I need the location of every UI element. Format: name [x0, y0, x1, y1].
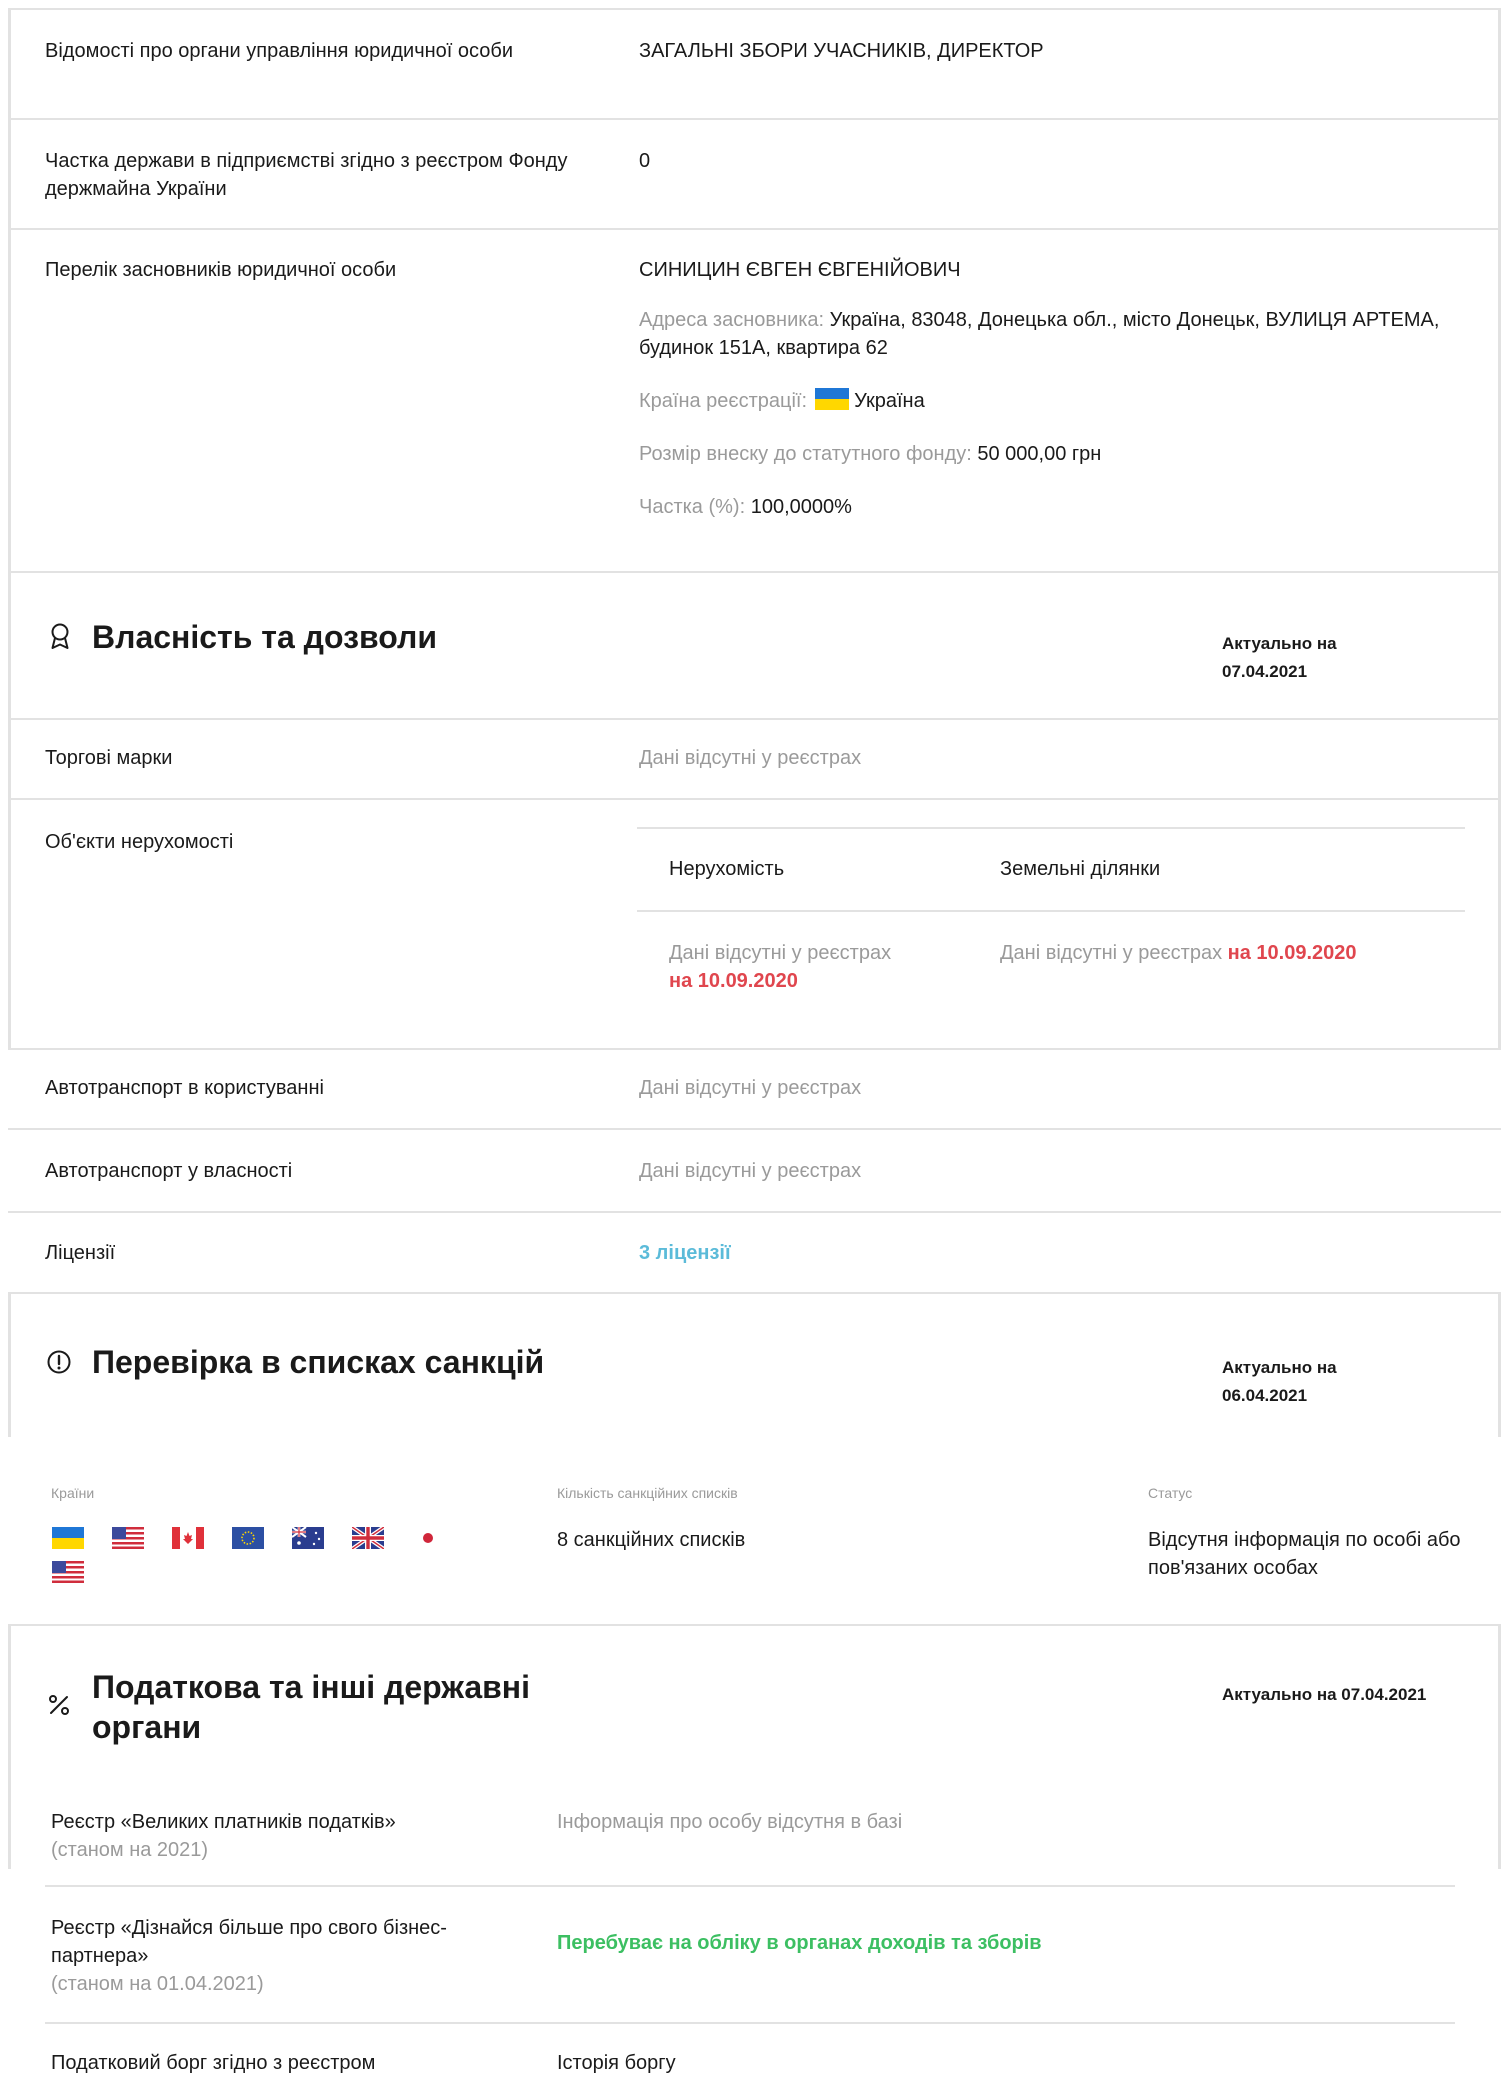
eu-flag-icon [232, 1527, 264, 1549]
state-share-label: Частка держави в підприємстві згідно з р… [45, 150, 568, 200]
state-share-value: 0 [639, 150, 651, 172]
founder-share-value: 100,0000% [750, 496, 852, 518]
realty-col1-header: Нерухомість [669, 858, 785, 880]
sanctions-actual-line1: Актуально на [1222, 1358, 1337, 1377]
usa-flag-icon [52, 1561, 84, 1583]
frame-left-licenses [8, 1292, 11, 1437]
ukraine-flag-icon [52, 1527, 84, 1549]
status-header: Статус [1148, 1485, 1193, 1501]
founder-address-label: Адреса засновника: [639, 309, 825, 331]
divider-after-trademarks [8, 798, 1501, 800]
large-payers-label: Реєстр «Великих платників податків» [51, 1811, 396, 1833]
frame-right-top [1498, 8, 1501, 1048]
award-ribbon-icon [48, 622, 72, 650]
sanctions-actual-line2: 06.04.2021 [1222, 1386, 1308, 1405]
realty-col2-value: Дані відсутні у реєстрах на 10.09.2020 [1000, 939, 1480, 967]
frame-right-licenses [1498, 1292, 1501, 1437]
realty-col2-text: Дані відсутні у реєстрах [1000, 942, 1223, 964]
vehicles-own-label: Автотранспорт у власності [45, 1160, 293, 1182]
divider-after-property-header [8, 718, 1501, 720]
founders-label: Перелік засновників юридичної особи [45, 259, 397, 281]
realty-col2-date: на 10.09.2020 [1227, 942, 1357, 964]
debt-label: Податковий борг згідно з реєстром [51, 2052, 376, 2074]
founder-country-value: Україна [854, 390, 925, 412]
canada-flag-icon [172, 1527, 204, 1549]
divider-after-founders [8, 571, 1501, 573]
property-title: Власність та дозволи [92, 619, 437, 655]
tax-title: Податкова та інші державні органи [92, 1669, 531, 1745]
countries-header: Країни [51, 1485, 95, 1501]
founder-contribution-label: Розмір внеску до статутного фонду: [639, 443, 972, 465]
tax-row-divider-1 [45, 1885, 1455, 1887]
frame-right-tax [1498, 1624, 1501, 1869]
realty-table-top [637, 827, 1465, 829]
tax-actual: Актуально на 07.04.2021 [1222, 1685, 1427, 1704]
realty-table-header-divider [637, 910, 1465, 912]
management-value: ЗАГАЛЬНІ ЗБОРИ УЧАСНИКІВ, ДИРЕКТОР [639, 40, 1044, 62]
sanctions-title: Перевірка в списках санкцій [92, 1344, 545, 1380]
realty-col1-value: Дані відсутні у реєстрах на 10.09.2020 [669, 939, 969, 995]
partner-note: (станом на 01.04.2021) [51, 1973, 264, 1995]
vehicles-use-value: Дані відсутні у реєстрах [639, 1077, 862, 1099]
frame-top [8, 8, 1501, 10]
partner-value: Перебуває на обліку в органах доходів та… [557, 1932, 1042, 1954]
realty-col1-date: на 10.09.2020 [669, 970, 798, 992]
property-actual-line1: Актуально на [1222, 634, 1337, 653]
frame-left-top [8, 8, 11, 1048]
divider-after-realty [8, 1048, 1501, 1050]
divider-after-vehicles-use [8, 1128, 1501, 1130]
divider-after-management [8, 118, 1501, 120]
founder-address: Адреса засновника: Україна, 83048, Донец… [639, 306, 1469, 362]
sanctions-count-value: 8 санкційних списків [557, 1529, 746, 1551]
japan-flag-icon [412, 1527, 444, 1549]
large-payers-row: Реєстр «Великих платників податків» (ста… [51, 1808, 491, 1864]
founder-country: Країна реєстрації: Україна [639, 387, 925, 415]
large-payers-note: (станом на 2021) [51, 1839, 209, 1861]
licenses-link[interactable]: 3 ліцензії [639, 1239, 731, 1267]
percent-icon [46, 1692, 72, 1718]
realty-col1-text: Дані відсутні у реєстрах [669, 942, 892, 964]
licenses-label: Ліцензії [45, 1242, 116, 1264]
management-label: Відомості про органи управління юридично… [45, 40, 514, 62]
vehicles-use-label: Автотранспорт в користуванні [45, 1077, 324, 1099]
alert-circle-icon [46, 1349, 72, 1375]
ukraine-flag-icon [814, 388, 849, 410]
founder-contribution: Розмір внеску до статутного фонду: 50 00… [639, 440, 1101, 468]
partner-row: Реєстр «Дізнайся більше про свого бізнес… [51, 1914, 471, 1998]
large-payers-value: Інформація про особу відсутня в базі [557, 1811, 903, 1833]
founder-share-label: Частка (%): [639, 496, 746, 518]
trademarks-label: Торгові марки [45, 747, 173, 769]
founder-contribution-value: 50 000,00 грн [977, 443, 1102, 465]
divider-after-sanctions [8, 1624, 1501, 1626]
debt-history-link[interactable]: Історія боргу [557, 2049, 676, 2077]
uk-flag-icon [352, 1527, 384, 1549]
usa-flag-icon [112, 1527, 144, 1549]
tax-row-divider-2 [45, 2022, 1455, 2024]
founder-country-label: Країна реєстрації: [639, 390, 808, 412]
trademarks-value: Дані відсутні у реєстрах [639, 747, 862, 769]
divider-after-licenses [8, 1292, 1501, 1294]
divider-after-vehicles-own [8, 1211, 1501, 1213]
frame-left-tax [8, 1624, 11, 1869]
partner-label: Реєстр «Дізнайся більше про свого бізнес… [51, 1917, 447, 1967]
divider-after-state-share [8, 228, 1501, 230]
count-header: Кількість санкційних списків [557, 1485, 738, 1501]
realty-label: Об'єкти нерухомості [45, 831, 234, 853]
founder-name: СИНИЦИН ЄВГЕН ЄВГЕНІЙОВИЧ [639, 259, 961, 281]
vehicles-own-value: Дані відсутні у реєстрах [639, 1160, 862, 1182]
realty-col2-header: Земельні ділянки [1000, 858, 1161, 880]
australia-flag-icon [292, 1527, 324, 1549]
sanctions-status-value: Відсутня інформація по особі або пов'яза… [1148, 1529, 1461, 1579]
property-actual-line2: 07.04.2021 [1222, 662, 1308, 681]
founder-share: Частка (%): 100,0000% [639, 493, 852, 521]
